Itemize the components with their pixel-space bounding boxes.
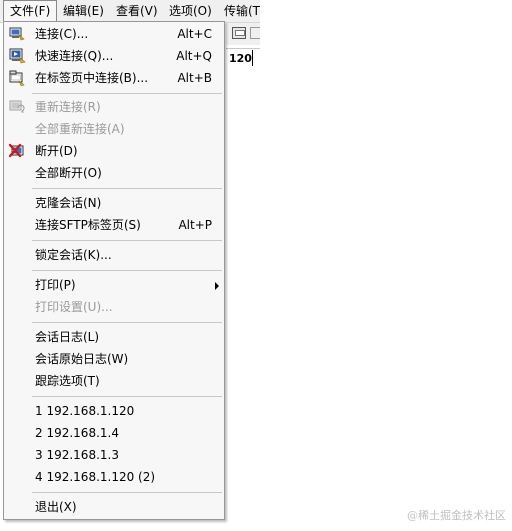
quick-connect-icon: [9, 48, 26, 64]
menu-separator: [32, 188, 222, 189]
menu-item-accel: Alt+B: [177, 71, 212, 85]
menu-item-recent-3[interactable]: 3 192.168.1.3: [4, 444, 224, 466]
connect-in-tab-icon: [9, 70, 25, 86]
menu-item-label: 锁定会话(K)...: [35, 248, 112, 262]
menu-item-label: 克隆会话(N): [35, 196, 102, 210]
menu-item-connect-in-tab[interactable]: 在标签页中连接(B)... Alt+B: [4, 67, 224, 89]
menu-item-label: 跟踪选项(T): [35, 374, 100, 388]
menu-options[interactable]: 选项(O): [163, 0, 218, 22]
menu-item-label: 3 192.168.1.3: [35, 448, 119, 462]
menu-item-disconnect[interactable]: 断开(D): [4, 140, 224, 162]
menu-bar: 文件(F) 编辑(E) 查看(V) 选项(O) 传输(T): [0, 0, 260, 23]
menu-item-label: 4 192.168.1.120 (2): [35, 470, 156, 484]
menu-item-label: 退出(X): [35, 500, 77, 514]
toolbar-print-icon[interactable]: [232, 27, 246, 39]
menu-item-recent-2[interactable]: 2 192.168.1.4: [4, 422, 224, 444]
menu-item-accel: Alt+C: [177, 27, 212, 41]
menu-item-label: 1 192.168.1.120: [35, 404, 135, 418]
menu-separator: [32, 270, 222, 271]
menu-file[interactable]: 文件(F): [3, 0, 58, 21]
menu-item-label: 连接SFTP标签页(S): [35, 218, 141, 232]
menu-item-label: 断开(D): [35, 144, 78, 158]
watermark: @稀土掘金技术社区: [407, 509, 506, 522]
menu-separator: [32, 93, 222, 94]
menu-item-label: 打印(P): [35, 278, 76, 292]
menu-item-label: 快速连接(Q)...: [35, 49, 114, 63]
tab-divider: [252, 50, 253, 66]
menu-separator: [32, 492, 222, 493]
menu-separator: [32, 322, 222, 323]
menu-item-lock-session[interactable]: 锁定会话(K)...: [4, 244, 224, 266]
menu-item-disconnect-all[interactable]: 全部断开(O): [4, 162, 224, 184]
menu-item-print[interactable]: 打印(P): [4, 274, 224, 296]
menu-item-accel: Alt+Q: [176, 49, 212, 63]
reconnect-icon: [9, 100, 25, 113]
menu-view[interactable]: 查看(V): [110, 0, 164, 22]
menu-item-label: 连接(C)...: [35, 27, 89, 41]
menu-item-label: 全部重新连接(A): [35, 122, 125, 136]
menu-separator: [32, 240, 222, 241]
menu-item-label: 打印设置(U)...: [35, 300, 113, 314]
menu-item-reconnect-all[interactable]: 全部重新连接(A): [4, 118, 224, 140]
menu-item-label: 会话日志(L): [35, 330, 100, 344]
menu-edit[interactable]: 编辑(E): [57, 0, 110, 22]
menu-item-raw-session-log[interactable]: 会话原始日志(W): [4, 348, 224, 370]
menu-item-connect[interactable]: 连接(C)... Alt+C: [4, 23, 224, 45]
menu-item-label: 在标签页中连接(B)...: [35, 71, 149, 85]
session-tab-label: 120: [229, 52, 252, 65]
menu-item-connect-sftp-tab[interactable]: 连接SFTP标签页(S) Alt+P: [4, 214, 224, 236]
menu-item-exit[interactable]: 退出(X): [4, 496, 224, 518]
menu-transfer[interactable]: 传输(T): [218, 0, 260, 22]
menu-item-label: 2 192.168.1.4: [35, 426, 119, 440]
menu-item-clone-session[interactable]: 克隆会话(N): [4, 192, 224, 214]
menu-item-recent-4[interactable]: 4 192.168.1.120 (2): [4, 466, 224, 488]
menu-item-label: 重新连接(R): [35, 100, 101, 114]
file-menu: 连接(C)... Alt+C 快速连接(Q)... Alt+Q 在标签页中连接(…: [3, 21, 225, 520]
menu-item-accel: Alt+P: [178, 218, 212, 232]
menu-item-quick-connect[interactable]: 快速连接(Q)... Alt+Q: [4, 45, 224, 67]
menu-item-trace-options[interactable]: 跟踪选项(T): [4, 370, 224, 392]
connect-icon: [9, 27, 25, 41]
menu-item-label: 全部断开(O): [35, 166, 102, 180]
disconnect-icon: [9, 143, 24, 158]
menu-item-reconnect[interactable]: 重新连接(R): [4, 96, 224, 118]
menu-separator: [32, 396, 222, 397]
menu-item-recent-1[interactable]: 1 192.168.1.120: [4, 400, 224, 422]
menu-item-label: 会话原始日志(W): [35, 352, 129, 366]
submenu-arrow-icon: [215, 282, 219, 290]
toolbar-partial-icon[interactable]: [250, 27, 260, 39]
menu-item-print-setup[interactable]: 打印设置(U)...: [4, 296, 224, 318]
menu-item-session-log[interactable]: 会话日志(L): [4, 326, 224, 348]
